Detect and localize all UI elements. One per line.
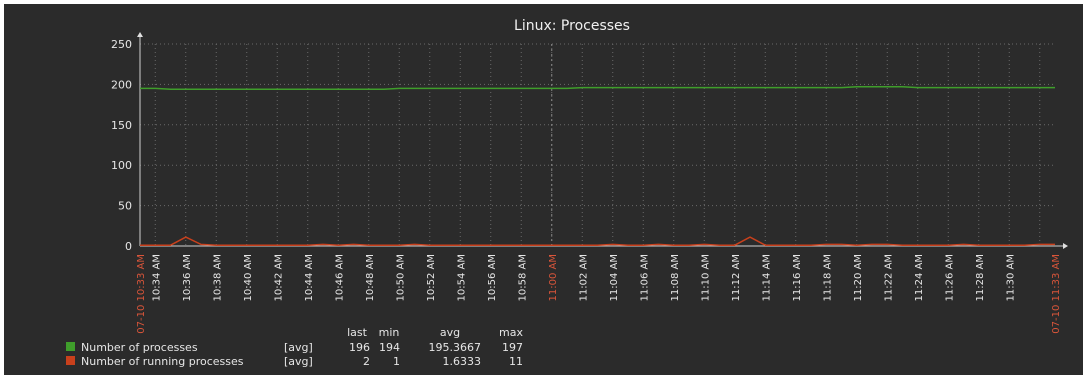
x-tick-label: 10:38 AM xyxy=(212,254,223,301)
x-tick-label: 11:02 AM xyxy=(578,254,589,301)
x-tick-label: 11:14 AM xyxy=(761,254,772,301)
x-tick-label: 10:56 AM xyxy=(487,254,498,301)
x-tick-label: 11:04 AM xyxy=(609,254,620,301)
x-tick-label: 11:30 AM xyxy=(1005,254,1016,301)
x-tick-label-end: 07-10 11:33 AM xyxy=(1051,254,1062,334)
x-tick-label: 11:08 AM xyxy=(670,254,681,301)
legend-name-running: Number of running processes xyxy=(81,355,244,368)
y-tick-label: 200 xyxy=(111,78,132,91)
legend-header-min: min xyxy=(379,326,400,339)
legend-header-last: last xyxy=(347,326,368,339)
x-tick-label: 11:12 AM xyxy=(731,254,742,301)
x-tick-label: 10:40 AM xyxy=(243,254,254,301)
y-tick-label: 0 xyxy=(125,240,132,253)
legend-swatch-running xyxy=(66,356,75,365)
x-tick-label: 10:54 AM xyxy=(456,254,467,301)
x-tick-label: 10:46 AM xyxy=(334,254,345,301)
y-tick-label: 100 xyxy=(111,159,132,172)
chart-panel xyxy=(4,4,1083,375)
graph-panel: Linux: Processes 0 50 100 150 200 250 07-10 1… xyxy=(0,0,1088,380)
x-tick-label-major: 11:00 AM xyxy=(548,254,559,301)
legend-func-processes: [avg] xyxy=(284,341,313,354)
x-tick-label: 10:58 AM xyxy=(517,254,528,301)
legend-max-processes: 197 xyxy=(502,341,523,354)
legend-func-running: [avg] xyxy=(284,355,313,368)
x-tick-label: 10:52 AM xyxy=(426,254,437,301)
legend-last-running: 2 xyxy=(363,355,370,368)
legend-max-running: 11 xyxy=(509,355,523,368)
legend-avg-processes: 195.3667 xyxy=(429,341,482,354)
x-tick-label: 11:22 AM xyxy=(883,254,894,301)
y-tick-label: 250 xyxy=(111,38,132,51)
x-tick-label: 10:42 AM xyxy=(273,254,284,301)
legend-header-max: max xyxy=(499,326,523,339)
legend-min-running: 1 xyxy=(393,355,400,368)
x-tick-label: 11:24 AM xyxy=(914,254,925,301)
legend-name-processes: Number of processes xyxy=(81,341,198,354)
x-tick-label: 11:20 AM xyxy=(853,254,864,301)
x-tick-label: 11:16 AM xyxy=(792,254,803,301)
x-tick-label: 10:50 AM xyxy=(395,254,406,301)
legend-min-processes: 194 xyxy=(379,341,400,354)
chart-title: Linux: Processes xyxy=(514,18,630,34)
x-tick-label: 10:34 AM xyxy=(151,254,162,301)
x-tick-label-start: 07-10 10:33 AM xyxy=(136,254,147,334)
x-tick-label: 11:26 AM xyxy=(944,254,955,301)
legend-last-processes: 196 xyxy=(349,341,370,354)
x-tick-label: 10:44 AM xyxy=(304,254,315,301)
x-tick-label: 11:18 AM xyxy=(822,254,833,301)
x-tick-label: 10:48 AM xyxy=(365,254,376,301)
legend-header-avg: avg xyxy=(440,326,460,339)
x-tick-label: 11:28 AM xyxy=(975,254,986,301)
legend-avg-running: 1.6333 xyxy=(443,355,482,368)
x-tick-label: 11:06 AM xyxy=(639,254,650,301)
y-tick-label: 150 xyxy=(111,119,132,132)
x-tick-label: 11:10 AM xyxy=(700,254,711,301)
x-tick-label: 10:36 AM xyxy=(182,254,193,301)
processes-chart: Linux: Processes 0 50 100 150 200 250 07-10 1… xyxy=(0,0,1088,380)
y-tick-label: 50 xyxy=(118,200,132,213)
legend-swatch-processes xyxy=(66,342,75,351)
